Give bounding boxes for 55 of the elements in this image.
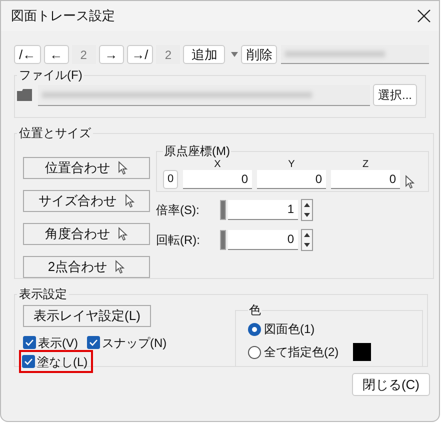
group-label: 位置とサイズ bbox=[18, 125, 92, 142]
window-title: 図面トレース設定 bbox=[11, 7, 115, 26]
close-icon[interactable] bbox=[417, 9, 431, 23]
group-label: 表示設定 bbox=[18, 286, 68, 303]
field-label: 倍率(S): bbox=[156, 202, 200, 219]
layer-settings-button[interactable]: 表示レイヤ設定(L) bbox=[23, 305, 151, 327]
path-field[interactable] bbox=[38, 84, 370, 106]
number-field[interactable]: 1 bbox=[228, 200, 298, 220]
number-field[interactable]: 0 bbox=[228, 230, 298, 250]
filename-field[interactable] bbox=[281, 45, 430, 64]
spinner[interactable] bbox=[301, 199, 313, 221]
add-button[interactable]: 追加 bbox=[183, 45, 226, 64]
coordinate-field[interactable]: 0 bbox=[257, 170, 326, 189]
toolbar-button[interactable]: /← bbox=[14, 45, 41, 64]
toolbar-button[interactable]: →/ bbox=[126, 45, 154, 64]
color-swatch[interactable] bbox=[352, 343, 371, 361]
pointer-icon bbox=[115, 260, 126, 274]
axis-label: Z bbox=[362, 159, 369, 170]
reset-button[interactable]: 0 bbox=[163, 170, 178, 189]
pointer-icon bbox=[118, 161, 128, 175]
spinner[interactable] bbox=[301, 229, 313, 251]
pointer-icon bbox=[405, 175, 415, 189]
align-button[interactable]: 角度合わせ bbox=[23, 223, 150, 245]
toolbar-button[interactable]: ← bbox=[44, 45, 69, 64]
coordinate-field[interactable]: 0 bbox=[331, 170, 400, 189]
folder-icon bbox=[17, 89, 32, 101]
radio-button[interactable]: 全て指定色(2) bbox=[248, 343, 339, 361]
count-field: 2 bbox=[156, 45, 180, 64]
field-label: 回転(R): bbox=[156, 232, 201, 249]
check-icon bbox=[89, 339, 98, 346]
checkbox[interactable]: 表示(V) bbox=[23, 333, 78, 352]
count-field: 2 bbox=[72, 45, 96, 64]
pointer-icon bbox=[118, 227, 128, 241]
group-label: 色 bbox=[248, 302, 262, 319]
toolbar-button[interactable]: → bbox=[98, 45, 124, 64]
check-icon bbox=[24, 358, 33, 365]
browse-button[interactable]: 選択... bbox=[373, 84, 418, 106]
close-button[interactable]: 閉じる(C) bbox=[352, 373, 430, 396]
check-icon bbox=[25, 339, 34, 346]
dropdown-icon[interactable] bbox=[231, 52, 238, 57]
checkbox[interactable]: スナップ(N) bbox=[87, 333, 167, 352]
slider-thumb[interactable] bbox=[220, 200, 226, 220]
group-label: ファイル(F) bbox=[18, 67, 84, 84]
coordinate-field[interactable]: 0 bbox=[183, 170, 252, 189]
align-button[interactable]: サイズ合わせ bbox=[23, 190, 150, 212]
slider-thumb[interactable] bbox=[220, 230, 226, 250]
pointer-icon bbox=[124, 194, 134, 208]
align-button[interactable]: 2点合わせ bbox=[23, 256, 150, 278]
align-button[interactable]: 位置合わせ bbox=[23, 157, 150, 179]
axis-label: Y bbox=[288, 159, 295, 170]
radio-button[interactable]: 図面色(1) bbox=[248, 320, 315, 338]
group-label: 原点座標(M) bbox=[163, 143, 231, 160]
toolbar-button[interactable]: 削除 bbox=[241, 45, 278, 64]
axis-label: X bbox=[214, 159, 221, 170]
highlighted-checkbox[interactable]: 塗なし(L) bbox=[21, 352, 91, 371]
